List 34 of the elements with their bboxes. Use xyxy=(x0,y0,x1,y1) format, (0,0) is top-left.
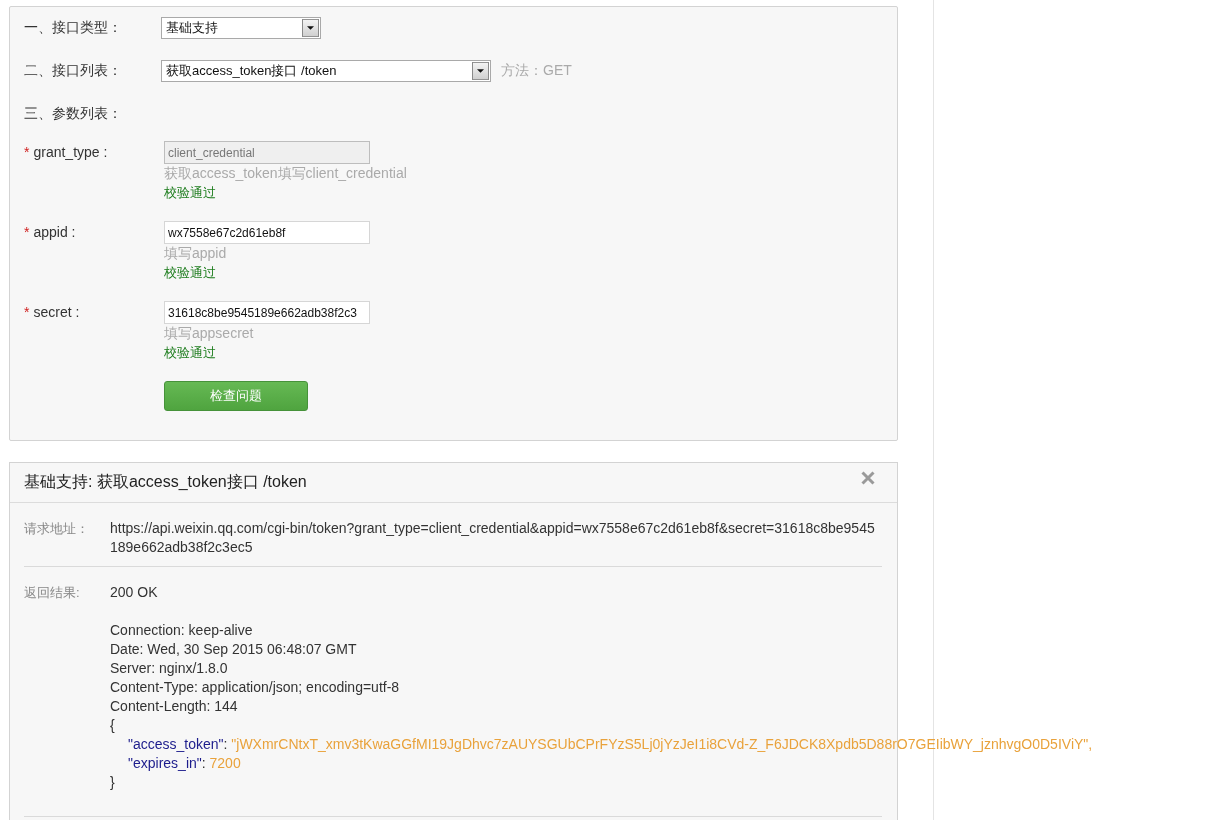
field-hint: 填写appid xyxy=(164,244,227,263)
json-line: "expires_in": 7200 xyxy=(127,754,241,773)
method-text: 方法：GET xyxy=(501,62,572,80)
field-hint: 获取access_token填写client_credential xyxy=(164,164,407,183)
validation-message: 校验通过 xyxy=(164,184,216,202)
json-line: } xyxy=(110,773,115,792)
text-input[interactable]: 31618c8be9545189e662adb38f2c3 xyxy=(164,301,370,324)
interface-list-dropdown[interactable]: 获取access_token接口 /token xyxy=(161,60,491,82)
dropdown-arrow-icon[interactable] xyxy=(302,19,319,37)
response-header: Content-Type: application/json; encoding=utf-8 xyxy=(110,678,400,697)
response-header: Server: nginx/1.8.0 xyxy=(110,659,228,678)
field-label: 请求地址： xyxy=(24,520,90,538)
interface-type-dropdown[interactable]: 基础支持 xyxy=(161,17,321,39)
field-label: 返回结果: xyxy=(24,584,81,602)
param-label: * secret : xyxy=(24,303,81,322)
request-url: https://api.weixin.qq.com/cgi-bin/token?grant_type=client_credential&appid=wx7558e67c2d61eb8f&secret=31618c8be9545189e662adb38f2c3ec5 xyxy=(110,519,876,557)
response-header: Content-Length: 144 xyxy=(110,697,238,716)
param-label: * grant_type : xyxy=(24,143,109,162)
dropdown-arrow-icon[interactable] xyxy=(472,62,489,80)
response-status: 200 OK xyxy=(110,583,158,602)
param-label: * appid : xyxy=(24,223,77,242)
json-line: { xyxy=(110,716,115,735)
field-label: 二、接口列表： xyxy=(24,62,123,80)
field-hint: 填写appsecret xyxy=(164,324,254,343)
field-label: 一、接口类型： xyxy=(24,19,123,37)
panel-title: 基础支持: 获取access_token接口 /token xyxy=(24,472,307,492)
response-header: Connection: keep-alive xyxy=(110,621,253,640)
text-input[interactable]: wx7558e67c2d61eb8f xyxy=(164,221,370,244)
response-header: Date: Wed, 30 Sep 2015 06:48:07 GMT xyxy=(110,640,357,659)
json-line: "access_token": "jWXmrCNtxT_xmv3tKwaGGfMI19JgDhvc7zAUYSGUbCPrFYzS5Lj0jYzJeI1i8CVd-Z_F6JDCK8Xpdb5D88rO7GEIibWY_jznhvgO0D5IViY", xyxy=(127,735,1093,754)
section-label: 三、参数列表： xyxy=(24,105,123,123)
close-icon[interactable] xyxy=(861,471,875,485)
validation-message: 校验通过 xyxy=(164,344,216,362)
validation-message: 校验通过 xyxy=(164,264,216,282)
